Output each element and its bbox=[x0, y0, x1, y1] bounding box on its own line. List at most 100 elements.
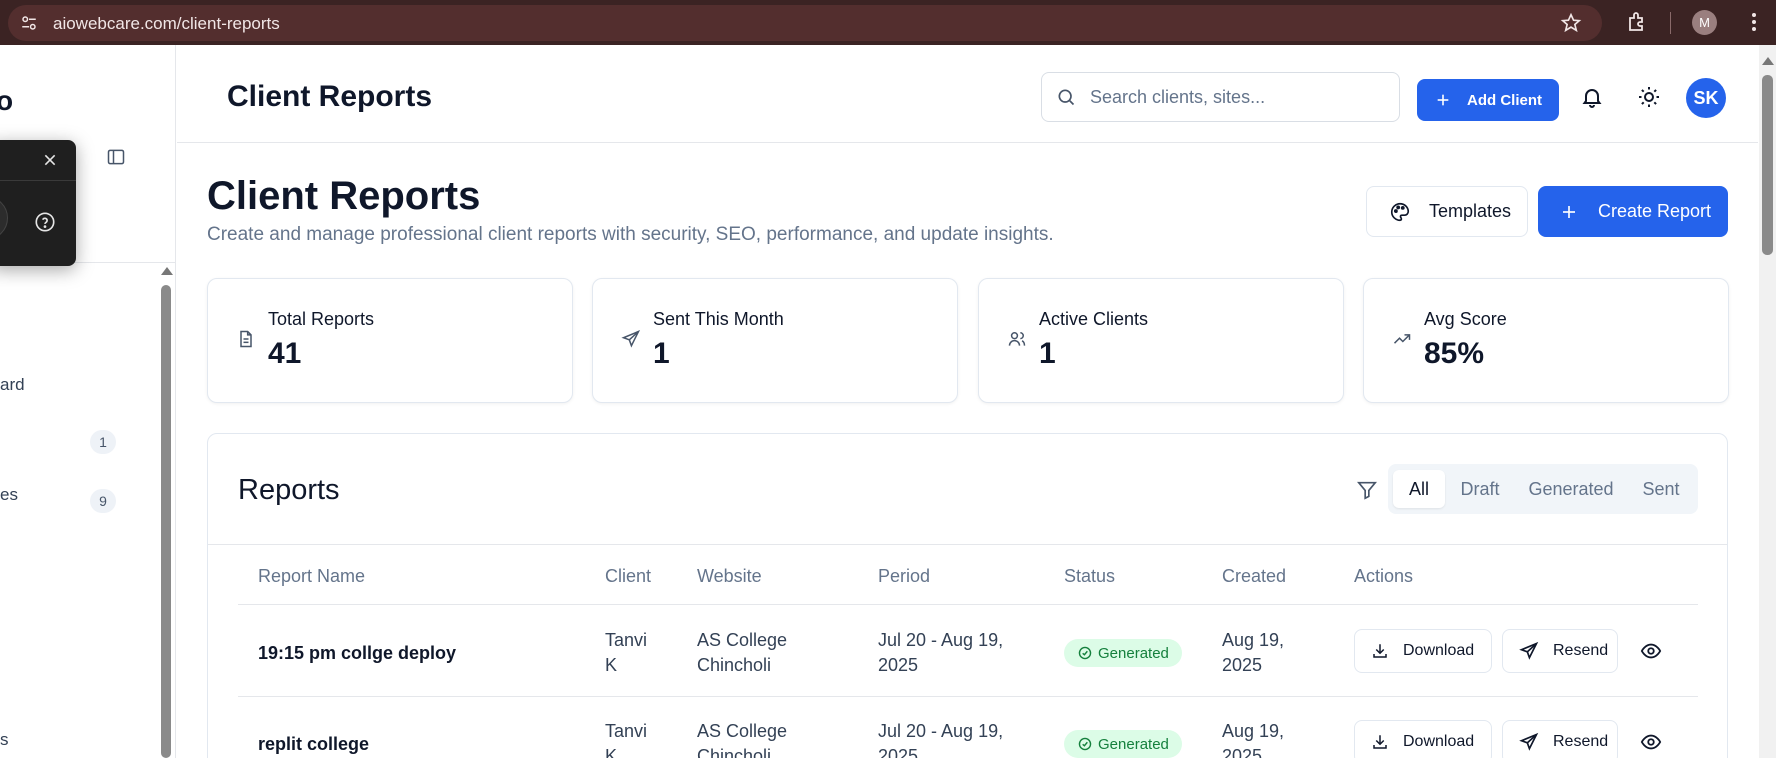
page-scrollbar-thumb[interactable] bbox=[1762, 75, 1773, 255]
download-button[interactable]: Download bbox=[1354, 720, 1492, 758]
users-icon bbox=[1008, 332, 1026, 346]
column-header-report-name[interactable]: Report Name bbox=[258, 566, 365, 587]
add-client-label: Add Client bbox=[1467, 91, 1542, 109]
created-date: Aug 19, 2025 bbox=[1222, 630, 1285, 675]
eye-icon[interactable] bbox=[1640, 640, 1662, 662]
website-name: AS College Chincholi bbox=[697, 630, 788, 675]
client-name: Tanvi K bbox=[605, 630, 648, 675]
sidebar-scrollbar[interactable] bbox=[161, 285, 171, 758]
stat-label: Active Clients bbox=[1039, 309, 1149, 329]
eye-icon[interactable] bbox=[1640, 731, 1662, 753]
stat-card-active-clients: Active Clients 1 bbox=[978, 278, 1344, 403]
status-badge: Generated bbox=[1064, 730, 1182, 758]
bell-icon[interactable] bbox=[1580, 85, 1604, 109]
send-icon bbox=[1519, 641, 1539, 660]
send-icon bbox=[621, 330, 641, 348]
stat-value: 1 bbox=[1039, 337, 1056, 370]
plus-icon bbox=[1563, 205, 1575, 218]
url-text[interactable]: aiowebcare.com/client-reports bbox=[53, 14, 280, 34]
resend-button[interactable]: Resend bbox=[1502, 629, 1618, 673]
column-header-website[interactable]: Website bbox=[697, 566, 762, 587]
report-period: Jul 20 - Aug 19, 2025 bbox=[878, 721, 1004, 758]
website-name: AS College Chincholi bbox=[697, 721, 788, 758]
search-icon bbox=[1058, 89, 1075, 106]
stat-value: 41 bbox=[268, 337, 302, 370]
more-menu-icon[interactable] bbox=[1742, 10, 1766, 34]
column-header-actions: Actions bbox=[1354, 566, 1414, 586]
stat-card-total-reports: Total Reports 41 bbox=[207, 278, 573, 403]
toolbar-separator bbox=[1670, 12, 1671, 34]
site-settings-icon[interactable] bbox=[20, 14, 38, 32]
reports-card: Reports All Draft Generated Sent Report … bbox=[207, 433, 1728, 758]
send-icon bbox=[1519, 732, 1539, 751]
browser-toolbar: aiowebcare.com/client-reports M bbox=[0, 0, 1776, 45]
stat-label: Avg Score bbox=[1424, 309, 1507, 329]
sidebar-scroll-up-arrow[interactable] bbox=[161, 267, 173, 275]
stat-label: Sent This Month bbox=[653, 309, 784, 329]
check-circle-icon bbox=[1078, 737, 1092, 751]
sun-icon[interactable] bbox=[1637, 85, 1661, 109]
download-button[interactable]: Download bbox=[1354, 629, 1492, 673]
profile-avatar[interactable]: M bbox=[1692, 10, 1717, 35]
row-divider bbox=[238, 696, 1698, 697]
column-header-created[interactable]: Created bbox=[1222, 566, 1286, 587]
sidebar-item-reports[interactable]: s bbox=[0, 730, 9, 750]
column-header-client[interactable]: Client bbox=[605, 566, 651, 587]
sidebar-count-badge: 9 bbox=[90, 489, 116, 513]
popover-control[interactable] bbox=[0, 196, 8, 240]
status-badge: Generated bbox=[1064, 639, 1182, 667]
column-header-status[interactable]: Status bbox=[1064, 566, 1115, 587]
file-text-icon bbox=[240, 330, 252, 348]
close-icon[interactable] bbox=[42, 152, 58, 168]
report-name[interactable]: replit college bbox=[258, 732, 369, 757]
user-avatar[interactable]: SK bbox=[1686, 78, 1726, 118]
header-divider bbox=[238, 604, 1698, 605]
create-report-label: Create Report bbox=[1598, 201, 1712, 221]
stat-value: 85% bbox=[1424, 337, 1485, 370]
templates-button[interactable]: Templates bbox=[1366, 186, 1528, 237]
client-name: Tanvi K bbox=[605, 721, 648, 758]
extensions-icon[interactable] bbox=[1625, 10, 1649, 34]
add-client-button[interactable]: Add Client bbox=[1417, 79, 1559, 121]
header-title: Client Reports bbox=[227, 80, 433, 113]
plus-icon bbox=[1437, 94, 1449, 106]
search-input[interactable] bbox=[1090, 83, 1390, 111]
tab-all[interactable]: All bbox=[1393, 470, 1445, 508]
tab-draft[interactable]: Draft bbox=[1448, 470, 1512, 508]
address-bar[interactable]: aiowebcare.com/client-reports bbox=[8, 5, 1602, 41]
reports-title: Reports bbox=[238, 474, 340, 506]
page-scroll-up-arrow[interactable] bbox=[1762, 57, 1774, 65]
created-date: Aug 19, 2025 bbox=[1222, 721, 1285, 758]
sidebar-item-sites[interactable]: es bbox=[0, 485, 18, 505]
card-divider bbox=[208, 544, 1727, 545]
stat-value: 1 bbox=[653, 337, 670, 370]
stat-label: Total Reports bbox=[268, 309, 375, 329]
download-icon bbox=[1373, 735, 1387, 749]
resend-button[interactable]: Resend bbox=[1502, 720, 1618, 758]
templates-label: Templates bbox=[1429, 201, 1512, 221]
popover-divider bbox=[0, 180, 76, 181]
trending-up-icon bbox=[1393, 334, 1411, 344]
tab-generated[interactable]: Generated bbox=[1516, 470, 1626, 508]
page-subtitle: Create and manage professional client re… bbox=[207, 224, 1054, 245]
download-icon bbox=[1373, 644, 1387, 658]
sidebar-item-dashboard[interactable]: ard bbox=[0, 375, 25, 395]
sidebar-count-badge: 1 bbox=[90, 430, 116, 454]
report-period: Jul 20 - Aug 19, 2025 bbox=[878, 630, 1004, 675]
page-title: Client Reports bbox=[207, 174, 481, 218]
help-icon[interactable] bbox=[34, 211, 56, 233]
filter-icon[interactable] bbox=[1356, 479, 1378, 501]
sidebar-toggle-icon[interactable] bbox=[106, 147, 126, 167]
palette-icon bbox=[1391, 202, 1410, 221]
sidebar-logo: o bbox=[0, 85, 14, 116]
create-report-button[interactable]: Create Report bbox=[1538, 186, 1728, 237]
check-circle-icon bbox=[1078, 646, 1092, 660]
report-name[interactable]: 19:15 pm collge deploy bbox=[258, 641, 456, 666]
bookmark-star-icon[interactable] bbox=[1560, 12, 1582, 34]
search-box[interactable] bbox=[1041, 72, 1400, 122]
column-header-period[interactable]: Period bbox=[878, 566, 930, 587]
tab-sent[interactable]: Sent bbox=[1630, 470, 1692, 508]
stat-card-sent-this-month: Sent This Month 1 bbox=[592, 278, 958, 403]
floating-popover bbox=[0, 140, 76, 266]
status-tabs: All Draft Generated Sent bbox=[1388, 464, 1698, 514]
